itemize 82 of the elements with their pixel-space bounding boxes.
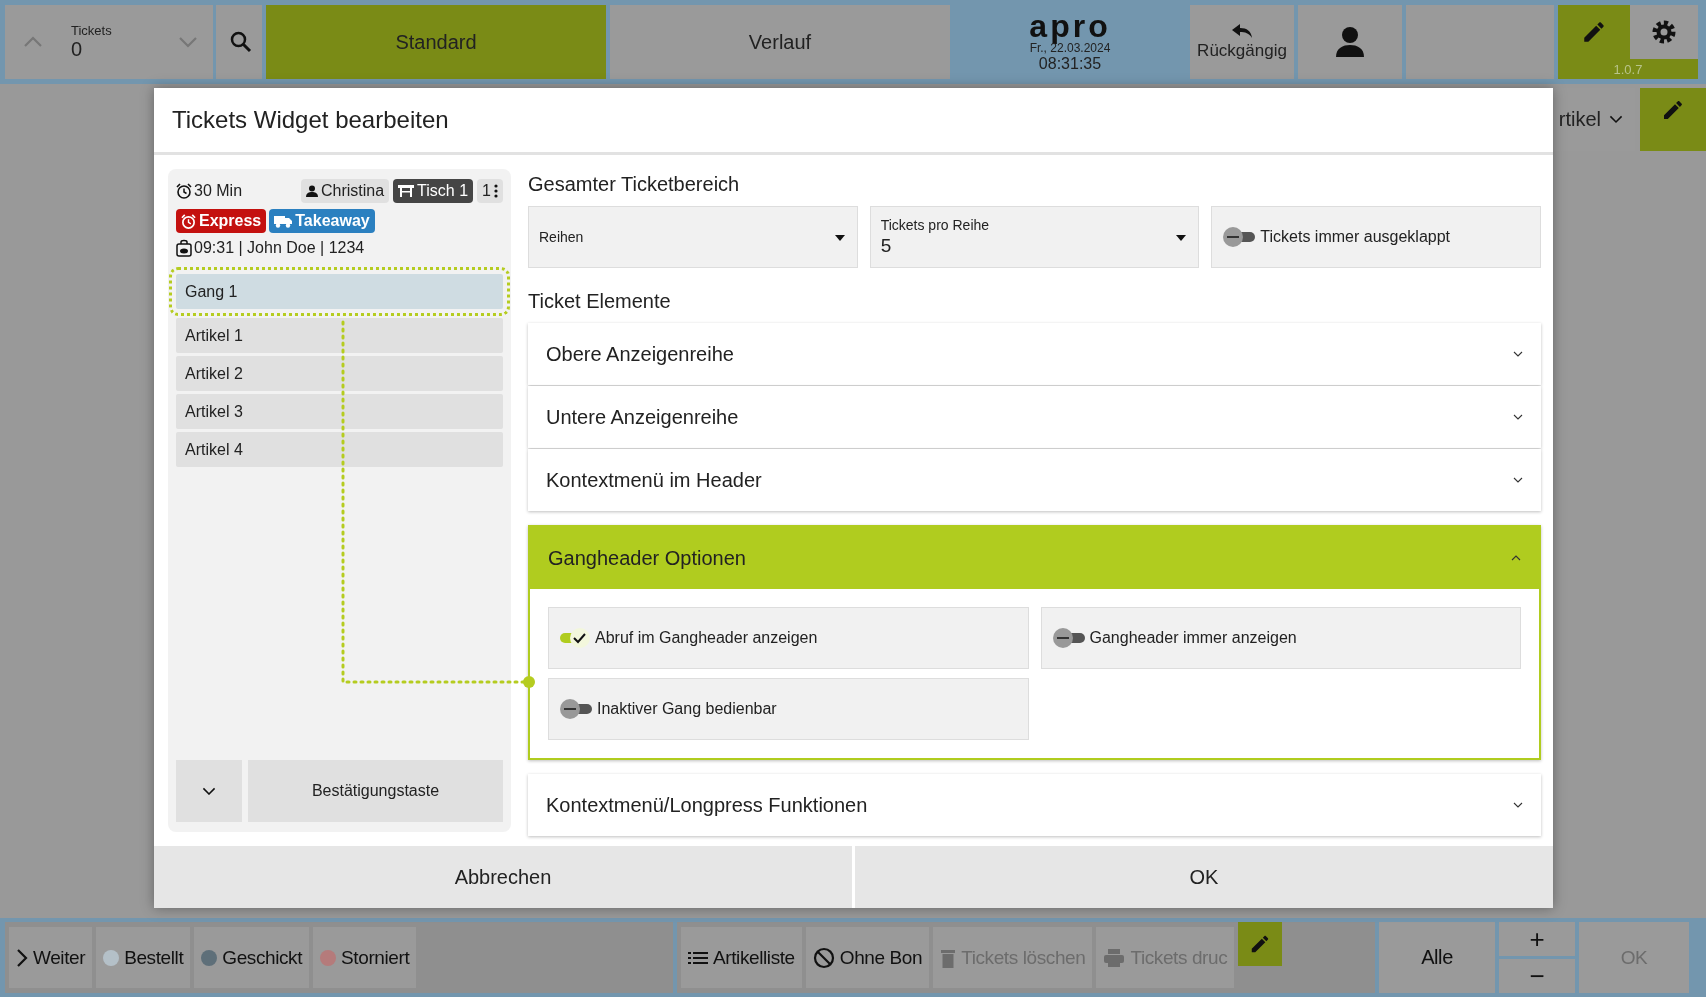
order-tag: Takeaway xyxy=(269,209,375,233)
version-text: 1.0.7 xyxy=(1558,59,1698,79)
order-tag: Express xyxy=(176,209,267,233)
status-filter-button[interactable]: Storniert xyxy=(313,927,417,988)
ticket-row[interactable]: Artikel 4 xyxy=(176,432,503,467)
status-filter-button[interactable]: Geschickt xyxy=(194,927,310,988)
ticket-row[interactable]: Artikel 2 xyxy=(176,356,503,391)
chevron-down-icon xyxy=(202,786,216,796)
edit-button[interactable] xyxy=(1558,5,1630,59)
alarm-clock-icon xyxy=(176,183,192,199)
select-field[interactable]: Tickets pro Reihe 5 xyxy=(869,206,1200,268)
printer-icon xyxy=(1103,947,1126,968)
settings-button[interactable] xyxy=(1630,5,1698,59)
table-chip: Tisch 1 xyxy=(393,179,474,203)
toggle-label: Gangheader immer anzeigen xyxy=(1089,629,1297,647)
accordion-header[interactable]: Kontextmenü im Header xyxy=(528,449,1541,511)
accordion-header[interactable]: Untere Anzeigenreihe xyxy=(528,386,1541,448)
toggle-switch[interactable] xyxy=(1051,627,1086,649)
time-text: 08:31:35 xyxy=(1038,55,1102,73)
chevron-down-icon xyxy=(1513,477,1523,483)
bag-icon xyxy=(176,239,192,257)
waiter-chip: Christina xyxy=(300,179,390,203)
chevron-down-icon xyxy=(1513,351,1523,357)
accordion-header[interactable]: Gangheader Optionen xyxy=(530,527,1539,589)
minus-button[interactable]: − xyxy=(1499,959,1575,993)
undo-button[interactable]: Rückgängig xyxy=(1190,5,1294,79)
ticket-row[interactable]: Artikel 1 xyxy=(176,318,503,353)
table-icon xyxy=(398,185,415,197)
undo-icon xyxy=(1231,23,1253,39)
toggle-label: Abruf im Gangheader anzeigen xyxy=(595,629,818,647)
person-icon xyxy=(305,185,318,197)
tickets-count: 0 xyxy=(71,38,84,61)
edit-button[interactable] xyxy=(1238,922,1283,966)
list-icon xyxy=(688,949,708,966)
trash-icon xyxy=(940,947,957,968)
accordion-header[interactable]: Kontextmenü/Longpress Funktionen xyxy=(528,774,1541,836)
status-filter-button[interactable]: Bestellt xyxy=(96,927,191,988)
confirm-button[interactable]: Bestätigungstaste xyxy=(248,760,503,822)
dialog-button[interactable]: OK xyxy=(855,846,1553,908)
chevron-down-icon xyxy=(178,36,198,48)
ban-icon xyxy=(812,946,835,969)
person-icon xyxy=(1335,26,1365,58)
alarm-clock-icon xyxy=(181,213,196,229)
order-info: 09:31 | John Doe | 1234 xyxy=(194,239,365,257)
section-heading: Gesamter Ticketbereich xyxy=(528,173,741,196)
toggle-label: Tickets immer ausgeklappt xyxy=(1260,228,1451,246)
edit-button[interactable] xyxy=(1640,88,1706,151)
tickets-label: Tickets xyxy=(71,23,113,38)
section-heading: Ticket Elemente xyxy=(528,290,672,313)
select-field[interactable]: Reihen xyxy=(528,206,858,268)
timer-text: 30 Min xyxy=(194,182,243,200)
view-tab[interactable]: Verlauf xyxy=(610,5,950,79)
settings-icon xyxy=(1650,18,1678,46)
chevron-right-icon xyxy=(16,947,28,968)
caret-icon xyxy=(1176,235,1187,241)
chevron-up-icon xyxy=(23,36,43,48)
toggle-switch[interactable] xyxy=(559,627,591,649)
toggle-switch[interactable] xyxy=(1222,226,1257,248)
search-icon xyxy=(229,30,253,54)
truck-icon xyxy=(274,214,293,228)
count-chip: 1 xyxy=(477,179,503,203)
ticket-row[interactable]: Artikel 3 xyxy=(176,394,503,429)
action-button[interactable]: Ohne Bon xyxy=(805,927,930,988)
chevron-down-icon xyxy=(1609,115,1623,124)
action-button[interactable]: Artikelliste xyxy=(681,927,802,988)
chevron-down-icon xyxy=(1513,414,1523,420)
chevron-up-icon xyxy=(1511,555,1521,561)
toggle-switch[interactable] xyxy=(559,698,593,720)
toggle-label: Inaktiver Gang bedienbar xyxy=(597,700,777,718)
chevron-down-icon xyxy=(1513,802,1523,808)
dialog-button[interactable]: Abbrechen xyxy=(154,846,852,908)
all-button[interactable]: Alle xyxy=(1379,922,1495,993)
plus-button[interactable]: + xyxy=(1499,922,1575,956)
next-button[interactable]: Weiter xyxy=(9,927,93,988)
view-tab[interactable]: Standard xyxy=(266,5,606,79)
accordion-header[interactable]: Obere Anzeigenreihe xyxy=(528,323,1541,385)
dialog-title: Tickets Widget bearbeiten xyxy=(172,106,449,134)
caret-icon xyxy=(834,235,845,241)
more-icon xyxy=(494,184,498,198)
pencil-icon xyxy=(1661,98,1685,122)
user-button[interactable] xyxy=(1298,5,1402,79)
pencil-icon xyxy=(1581,19,1607,45)
